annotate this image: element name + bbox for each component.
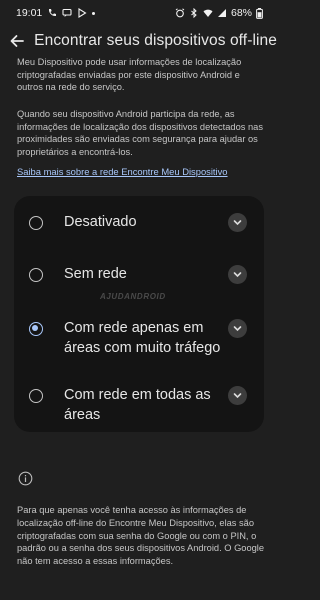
intro-paragraph-2: Quando seu dispositivo Android participa…	[17, 109, 263, 157]
phone-call-icon	[49, 9, 57, 17]
app-bar: Encontrar seus dispositivos off-line	[0, 26, 277, 56]
option-com-rede-todas-areas[interactable]: Com rede em todas as áreas	[14, 383, 264, 429]
battery-percent: 68%	[230, 7, 252, 19]
option-label: Com rede apenas em áreas com muito tráfe…	[64, 320, 221, 356]
bluetooth-icon	[191, 8, 197, 18]
footer-privacy-text: Para que apenas você tenha acesso às inf…	[17, 505, 265, 567]
expand-button[interactable]	[228, 213, 247, 232]
play-icon	[78, 8, 87, 18]
option-desativado[interactable]: Desativado	[14, 208, 264, 254]
wifi-icon	[203, 9, 213, 17]
option-label: Desativado	[64, 214, 137, 230]
option-label: Com rede em todas as áreas	[64, 387, 211, 423]
intro-paragraph-1: Meu Dispositivo pode usar informações de…	[17, 57, 242, 93]
chevron-down-icon	[233, 220, 242, 226]
chevron-down-icon	[233, 393, 242, 399]
battery-icon	[256, 7, 263, 19]
option-label: Sem rede	[64, 266, 127, 282]
arrow-back-icon	[10, 35, 24, 47]
chevron-down-icon	[233, 272, 242, 278]
more-notifications-dot	[92, 11, 96, 15]
chat-icon	[62, 8, 72, 17]
watermark: AJUDANDROID	[100, 292, 166, 301]
radio-button[interactable]	[29, 389, 43, 403]
chevron-down-icon	[233, 326, 242, 332]
info-icon	[18, 471, 33, 486]
radio-button-selected[interactable]	[29, 322, 43, 336]
expand-button[interactable]	[228, 386, 247, 405]
back-button[interactable]	[8, 28, 26, 54]
learn-more-link[interactable]: Saiba mais sobre a rede Encontre Meu Dis…	[17, 166, 228, 177]
page-title: Encontrar seus dispositivos off-line	[34, 32, 277, 49]
status-time: 19:01	[16, 7, 43, 19]
network-options-card: Desativado Sem rede Com rede apenas em á…	[14, 196, 264, 432]
radio-button[interactable]	[29, 268, 43, 282]
signal-icon	[217, 9, 226, 17]
expand-button[interactable]	[228, 265, 247, 284]
option-com-rede-alto-trafego[interactable]: Com rede apenas em áreas com muito tráfe…	[14, 316, 264, 380]
radio-button[interactable]	[29, 216, 43, 230]
expand-button[interactable]	[228, 319, 247, 338]
alarm-icon	[175, 8, 185, 18]
status-bar: 19:01 68%	[0, 0, 277, 26]
